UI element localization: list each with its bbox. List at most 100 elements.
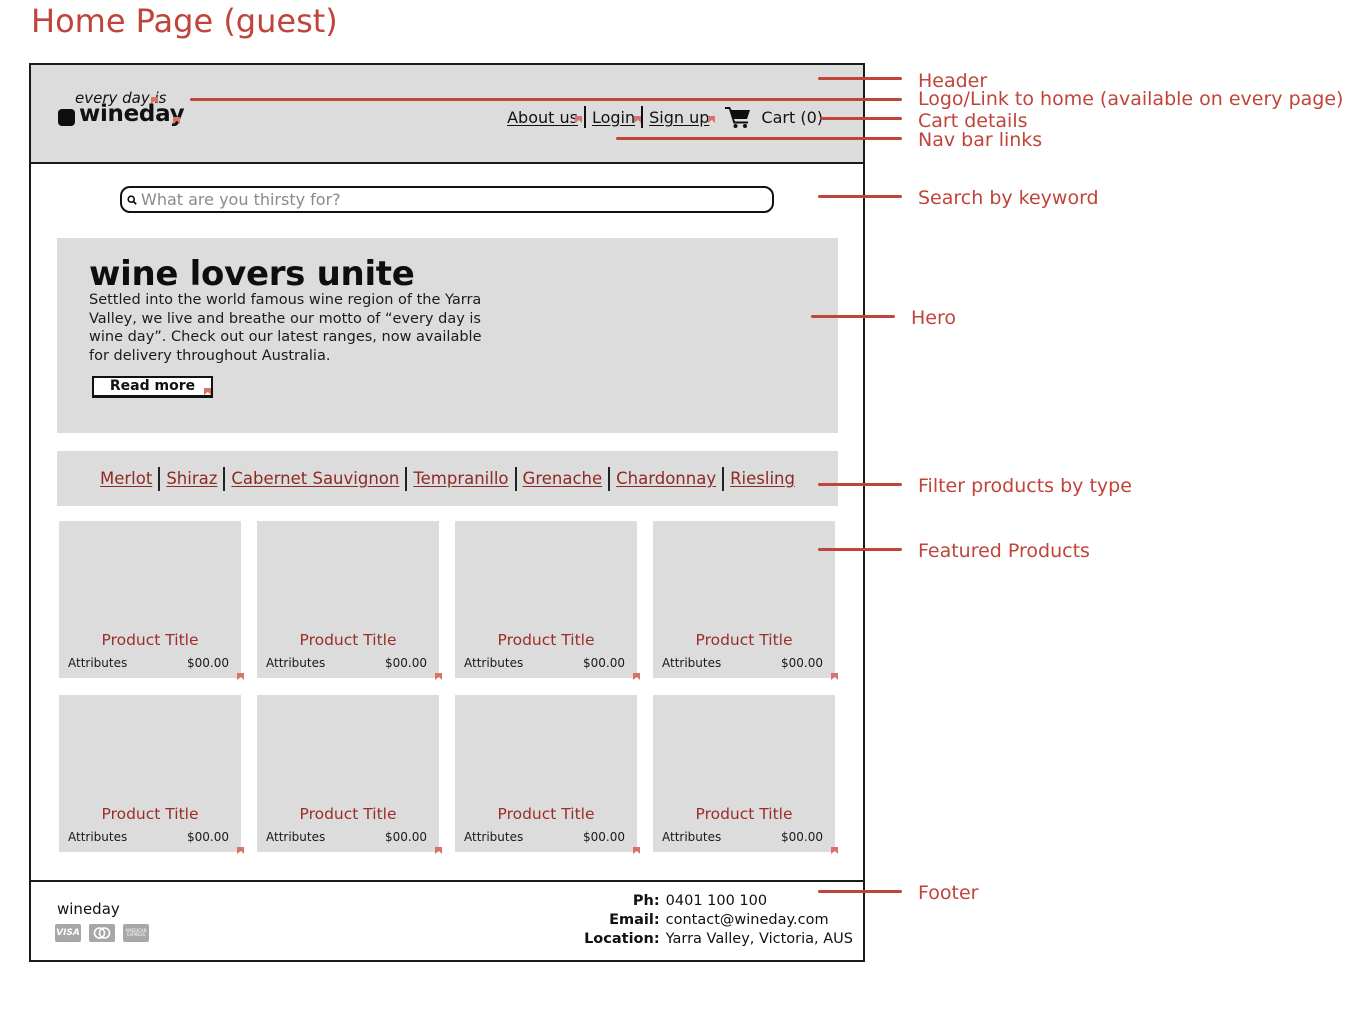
product-attributes: Attributes: [68, 656, 128, 670]
shopping-cart-icon: [725, 107, 751, 128]
filter-separator: [514, 466, 517, 491]
logo-mark-icon: [58, 109, 75, 126]
annotation-hero: Hero: [911, 307, 956, 329]
link-marker-icon: [435, 673, 442, 680]
read-more-button[interactable]: Read more: [92, 376, 213, 398]
visa-icon: VISA: [55, 924, 81, 942]
product-price: $00.00: [583, 830, 625, 844]
site-footer: wineday VISA AMERICAN EXPRESS Ph: 0401 1…: [31, 880, 863, 960]
annotation-line: [818, 890, 902, 893]
product-title: Product Title: [101, 631, 199, 649]
nav-link-login[interactable]: Login: [592, 108, 635, 127]
product-price: $00.00: [385, 656, 427, 670]
filter-link-shiraz[interactable]: Shiraz: [166, 469, 217, 488]
contact-email-label: Email:: [609, 912, 660, 928]
product-title: Product Title: [695, 631, 793, 649]
contact-location-label: Location:: [584, 931, 660, 947]
product-price: $00.00: [781, 656, 823, 670]
wireframe-frame: every day is wineday About us Login Sign…: [29, 63, 865, 962]
product-price: $00.00: [187, 656, 229, 670]
product-attributes: Attributes: [266, 830, 326, 844]
nav-separator: [583, 106, 586, 128]
american-express-icon: AMERICAN EXPRESS: [123, 924, 149, 942]
annotation-line: [811, 315, 895, 318]
product-price: $00.00: [385, 830, 427, 844]
filter-link-cabernet-sauvignon[interactable]: Cabernet Sauvignon: [231, 469, 399, 488]
annotation-line: [818, 548, 902, 551]
product-title: Product Title: [497, 631, 595, 649]
product-price: $00.00: [583, 656, 625, 670]
filter-link-tempranillo[interactable]: Tempranillo: [413, 469, 508, 488]
filter-separator: [158, 466, 161, 491]
nav-link-about-us[interactable]: About us: [507, 108, 578, 127]
annotation-line: [818, 195, 902, 198]
cart-label: Cart (0): [761, 107, 823, 127]
link-marker-icon: [237, 673, 244, 680]
contact-phone-label: Ph:: [632, 893, 660, 909]
link-marker-icon: [435, 847, 442, 854]
contact-details: Ph: 0401 100 100 Email: contact@wineday.…: [584, 892, 853, 949]
contact-phone-value: 0401 100 100: [665, 893, 768, 909]
nav-separator: [641, 106, 644, 128]
product-title: Product Title: [299, 805, 397, 823]
nav-bar: About us Login Sign up Cart (0): [507, 106, 823, 128]
annotation-featured-products: Featured Products: [918, 540, 1090, 562]
contact-location-value: Yarra Valley, Victoria, AUS: [665, 931, 853, 947]
product-price: $00.00: [781, 830, 823, 844]
annotation-line: [818, 483, 902, 486]
filter-link-chardonnay[interactable]: Chardonnay: [616, 469, 716, 488]
link-marker-icon: [633, 673, 640, 680]
product-card[interactable]: Product Title Attributes $00.00: [653, 521, 838, 680]
link-marker-icon: [831, 673, 838, 680]
product-card[interactable]: Product Title Attributes $00.00: [257, 695, 442, 854]
nav-link-sign-up[interactable]: Sign up: [649, 108, 709, 127]
annotation-footer: Footer: [918, 882, 979, 904]
mastercard-icon: [89, 924, 115, 942]
filter-link-riesling[interactable]: Riesling: [730, 469, 795, 488]
product-attributes: Attributes: [464, 830, 524, 844]
cart-button[interactable]: Cart (0): [725, 106, 823, 128]
product-card[interactable]: Product Title Attributes $00.00: [59, 695, 244, 854]
product-attributes: Attributes: [662, 830, 722, 844]
search-input[interactable]: [141, 190, 772, 209]
page-heading: Home Page (guest): [31, 2, 338, 40]
hero-title: wine lovers unite: [89, 254, 415, 294]
filter-separator: [722, 466, 725, 491]
link-marker-icon: [633, 847, 640, 854]
link-marker-icon: [237, 847, 244, 854]
annotation-line: [616, 137, 902, 140]
annotation-line: [818, 77, 902, 80]
product-card[interactable]: Product Title Attributes $00.00: [455, 695, 640, 854]
site-header: every day is wineday About us Login Sign…: [31, 65, 863, 164]
product-price: $00.00: [187, 830, 229, 844]
product-title: Product Title: [695, 805, 793, 823]
annotation-cart-details: Cart details: [918, 110, 1028, 132]
product-card[interactable]: Product Title Attributes $00.00: [257, 521, 442, 680]
hero-body: Settled into the world famous wine regio…: [89, 292, 482, 364]
filter-separator: [405, 466, 408, 491]
search-bar[interactable]: [120, 186, 774, 213]
product-title: Product Title: [299, 631, 397, 649]
filter-bar: Merlot Shiraz Cabernet Sauvignon Tempran…: [57, 451, 838, 506]
product-card[interactable]: Product Title Attributes $00.00: [59, 521, 244, 680]
annotation-line: [190, 98, 902, 101]
product-attributes: Attributes: [662, 656, 722, 670]
product-title: Product Title: [101, 805, 199, 823]
contact-email-value: contact@wineday.com: [665, 912, 829, 928]
product-attributes: Attributes: [266, 656, 326, 670]
link-marker-icon: [831, 847, 838, 854]
footer-brand: wineday: [57, 900, 120, 918]
filter-link-merlot[interactable]: Merlot: [100, 469, 152, 488]
filter-link-grenache[interactable]: Grenache: [523, 469, 603, 488]
search-icon: [127, 194, 137, 205]
filter-separator: [223, 466, 226, 491]
logo-wordmark: wineday: [79, 101, 185, 127]
hero-banner: wine lovers unite Settled into the world…: [57, 238, 838, 433]
filter-separator: [608, 466, 611, 491]
product-card[interactable]: Product Title Attributes $00.00: [455, 521, 640, 680]
featured-products: Product Title Attributes $00.00 Product …: [59, 521, 838, 854]
product-attributes: Attributes: [464, 656, 524, 670]
annotation-logo: Logo/Link to home (available on every pa…: [918, 88, 1344, 110]
product-card[interactable]: Product Title Attributes $00.00: [653, 695, 838, 854]
product-attributes: Attributes: [68, 830, 128, 844]
